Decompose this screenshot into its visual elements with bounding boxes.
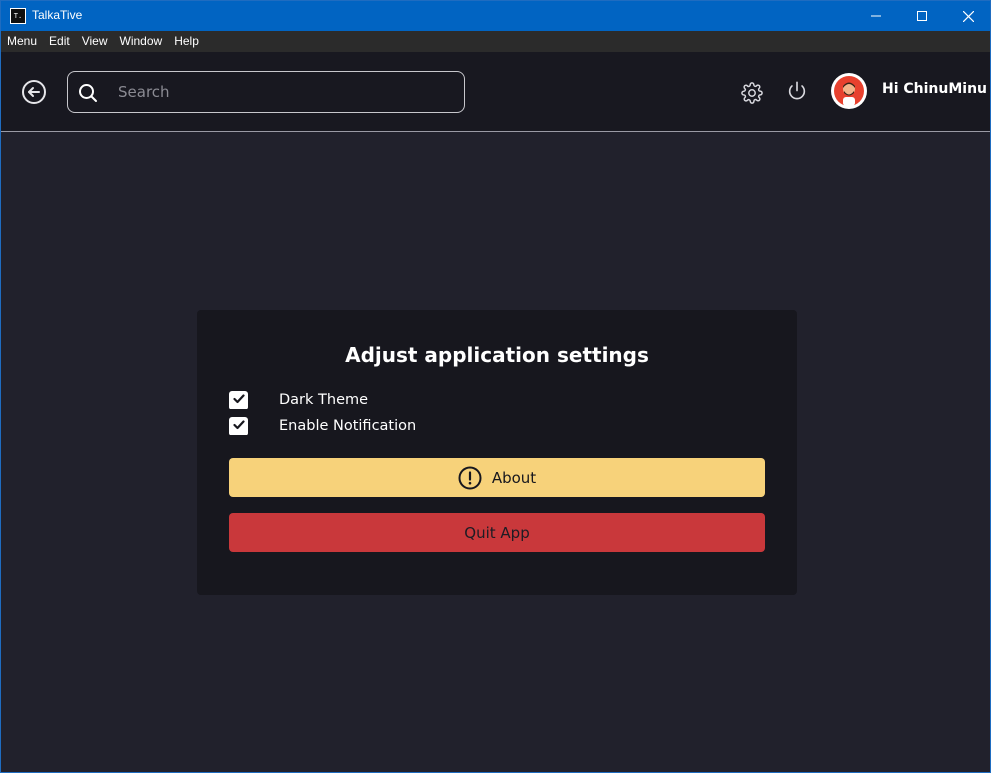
app-header: Hi ChinuMinu	[1, 52, 990, 132]
menu-item-view[interactable]: View	[76, 31, 114, 52]
about-button[interactable]: About	[229, 458, 765, 497]
menu-item-menu[interactable]: Menu	[1, 31, 43, 52]
maximize-button[interactable]	[899, 1, 945, 31]
app-window: T. TalkaTive Menu Edit View Window Help	[0, 0, 991, 773]
app-logo-icon: T.	[10, 8, 26, 24]
checkmark-icon	[232, 394, 245, 404]
minimize-icon	[871, 15, 881, 17]
menu-item-edit[interactable]: Edit	[43, 31, 76, 52]
dark-theme-option[interactable]: Dark Theme	[229, 389, 368, 411]
search-icon	[79, 84, 97, 102]
menu-item-window[interactable]: Window	[114, 31, 169, 52]
maximize-icon	[917, 11, 927, 21]
user-avatar-icon	[834, 76, 864, 106]
settings-card: Adjust application settings Dark Theme E…	[197, 310, 797, 595]
quit-app-button-label: Quit App	[464, 523, 530, 542]
dark-theme-checkbox[interactable]	[229, 390, 248, 411]
menu-item-help[interactable]: Help	[168, 31, 205, 52]
search-box[interactable]	[67, 71, 465, 113]
enable-notification-option[interactable]: Enable Notification	[229, 415, 416, 437]
settings-button[interactable]	[740, 81, 764, 105]
close-button[interactable]	[945, 1, 991, 31]
arrow-left-circle-icon	[22, 80, 46, 104]
minimize-button[interactable]	[853, 1, 899, 31]
dark-theme-label: Dark Theme	[279, 392, 369, 408]
quit-app-button[interactable]: Quit App	[229, 513, 765, 552]
user-greeting: Hi ChinuMinu	[882, 81, 988, 97]
close-icon	[962, 10, 974, 22]
back-button[interactable]	[21, 79, 47, 105]
exclamation-circle-icon	[458, 466, 482, 490]
checkmark-icon	[232, 420, 245, 430]
title-bar: T. TalkaTive	[1, 1, 990, 31]
power-icon	[788, 81, 806, 100]
menu-bar: Menu Edit View Window Help	[1, 31, 990, 52]
avatar[interactable]	[831, 73, 867, 109]
search-input[interactable]	[118, 72, 458, 112]
gear-icon	[741, 82, 763, 104]
about-button-label: About	[491, 468, 537, 487]
window-title: TalkaTive	[32, 8, 83, 22]
logout-button[interactable]	[785, 79, 809, 103]
settings-title: Adjust application settings	[345, 343, 649, 367]
enable-notification-label: Enable Notification	[279, 418, 417, 434]
enable-notification-checkbox[interactable]	[229, 416, 248, 437]
